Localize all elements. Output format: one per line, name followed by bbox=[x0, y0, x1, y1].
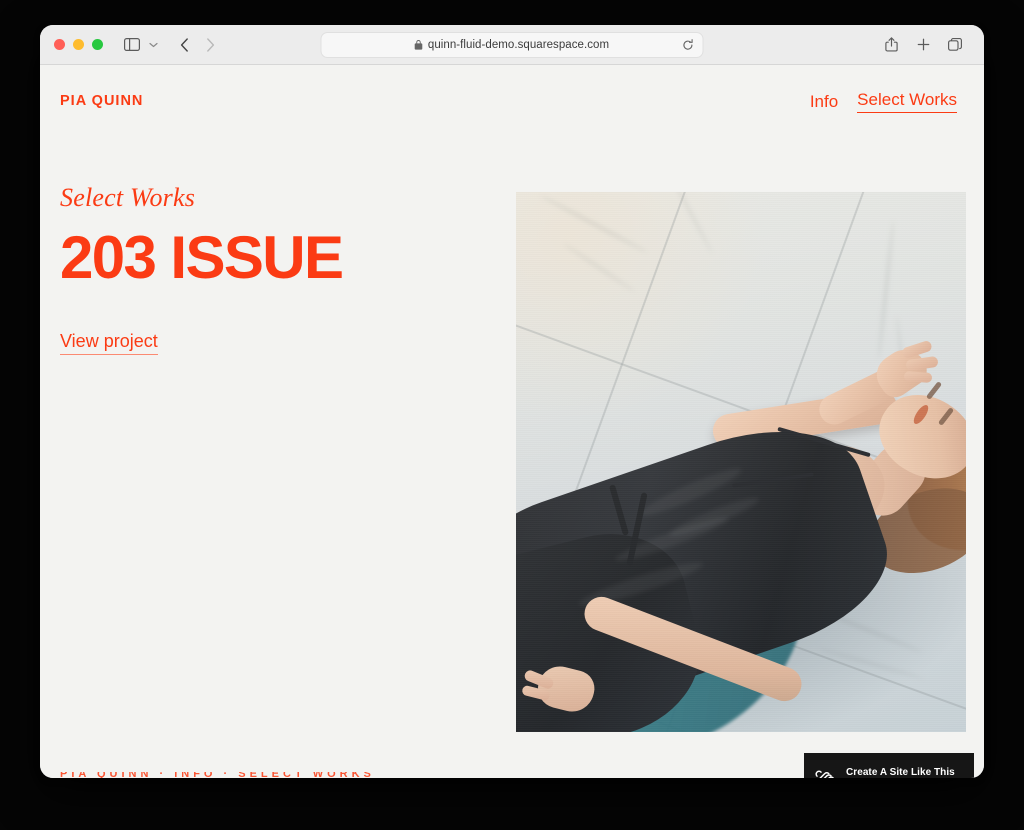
nav-link-info[interactable]: Info bbox=[810, 91, 838, 112]
finger bbox=[903, 371, 933, 383]
toolbar-right-controls bbox=[878, 33, 968, 57]
minimize-window-button[interactable] bbox=[73, 39, 84, 50]
address-bar[interactable]: quinn-fluid-demo.squarespace.com bbox=[320, 32, 704, 58]
site-header: PIA QUINN Info Select Works bbox=[40, 65, 984, 137]
browser-toolbar: quinn-fluid-demo.squarespace.com bbox=[40, 25, 984, 65]
window-traffic-lights bbox=[54, 39, 103, 50]
nav-link-select-works[interactable]: Select Works bbox=[857, 89, 957, 113]
page-viewport: PIA QUINN Info Select Works Select Works… bbox=[40, 65, 984, 778]
forward-button[interactable] bbox=[197, 33, 223, 57]
share-icon[interactable] bbox=[878, 33, 904, 57]
toolbar-left-controls bbox=[103, 33, 223, 57]
address-bar-content: quinn-fluid-demo.squarespace.com bbox=[415, 39, 609, 51]
site-logo[interactable]: PIA QUINN bbox=[60, 93, 143, 109]
maximize-window-button[interactable] bbox=[92, 39, 103, 50]
hero-eyebrow: Select Works bbox=[60, 183, 196, 212]
hero-image[interactable] bbox=[516, 192, 966, 732]
desktop-backdrop: quinn-fluid-demo.squarespace.com PIA QUI… bbox=[0, 0, 1024, 830]
chevron-down-icon[interactable] bbox=[145, 33, 161, 57]
sidebar-icon[interactable] bbox=[119, 33, 145, 57]
reload-icon[interactable] bbox=[683, 39, 694, 51]
hero-text-block: Select Works 203 ISSUE View project bbox=[60, 137, 515, 356]
lock-icon bbox=[415, 40, 423, 50]
site-navigation: Info Select Works bbox=[810, 89, 957, 113]
hero-section: Select Works 203 ISSUE View project bbox=[40, 137, 984, 732]
model-figure bbox=[516, 192, 966, 732]
footer-text: PIA QUINN · INFO · SELECT WORKS bbox=[60, 772, 375, 778]
safari-browser-window: quinn-fluid-demo.squarespace.com PIA QUI… bbox=[40, 25, 984, 778]
page-title: 203 ISSUE bbox=[60, 224, 344, 291]
close-window-button[interactable] bbox=[54, 39, 65, 50]
back-button[interactable] bbox=[171, 33, 197, 57]
url-text: quinn-fluid-demo.squarespace.com bbox=[427, 39, 610, 51]
footer-cutoff: PIA QUINN · INFO · SELECT WORKS bbox=[40, 772, 984, 778]
photo-background bbox=[516, 192, 966, 732]
tabs-icon[interactable] bbox=[942, 33, 968, 57]
view-project-link[interactable]: View project bbox=[60, 330, 158, 356]
plus-icon[interactable] bbox=[910, 33, 936, 57]
